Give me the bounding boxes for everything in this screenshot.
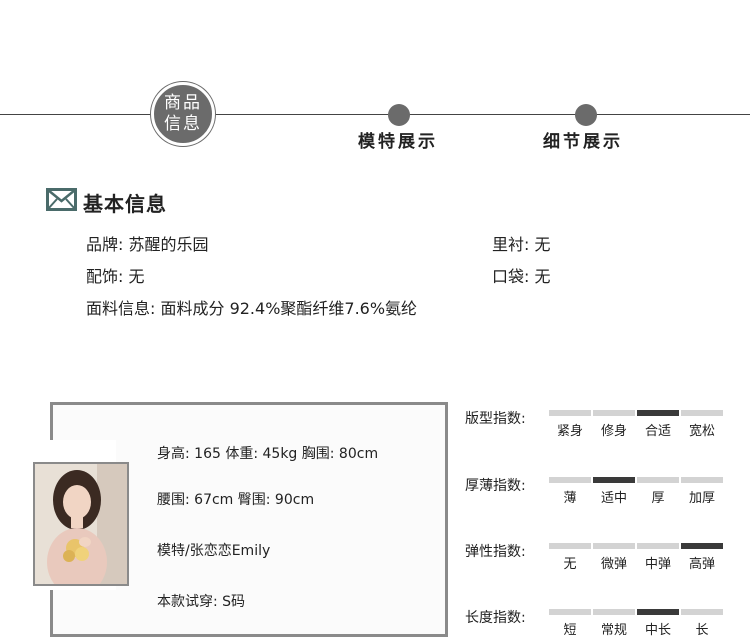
- index-bar-segment: [549, 543, 591, 549]
- info-pocket: 口袋: 无: [492, 267, 551, 286]
- info-brand: 品牌: 苏醒的乐园: [86, 235, 209, 254]
- index-option: 中弹: [644, 557, 671, 572]
- nav-dot-model[interactable]: [388, 104, 410, 126]
- index-bar-segment: [637, 410, 679, 416]
- index-option: 薄: [563, 491, 577, 506]
- index-option: 中长: [644, 623, 671, 638]
- model-measurements-1: 身高: 165 体重: 45kg 胸围: 80cm: [157, 446, 379, 462]
- index-bar-segment: [681, 477, 723, 483]
- info-fabric: 面料信息: 面料成分 92.4%聚酯纤维7.6%氨纶: [86, 299, 418, 318]
- index-option: 厚: [651, 491, 665, 506]
- index-bar-segment: [681, 410, 723, 416]
- nav-tab-product-info[interactable]: 商品 信息: [151, 82, 215, 146]
- index-option: 宽松: [688, 424, 715, 439]
- index-bar-segment: [637, 543, 679, 549]
- index-option: 短: [563, 623, 577, 638]
- index-label: 长度指数:: [465, 610, 526, 626]
- index-label: 弹性指数:: [465, 544, 526, 560]
- index-label: 厚薄指数:: [465, 478, 526, 494]
- mail-icon: [46, 188, 77, 211]
- index-bar-segment: [593, 609, 635, 615]
- index-bar-segment: [549, 477, 591, 483]
- index-bar-segment: [637, 609, 679, 615]
- index-bar-segment: [593, 477, 635, 483]
- section-title-basic-info: 基本信息: [83, 192, 167, 216]
- nav-tab-product-info-line1: 商品: [164, 93, 202, 113]
- index-bar-segment: [549, 609, 591, 615]
- model-photo: [33, 462, 129, 586]
- index-option: 微弹: [600, 557, 627, 572]
- index-option: 加厚: [688, 491, 715, 506]
- info-accessory: 配饰: 无: [86, 267, 145, 286]
- info-lining: 里衬: 无: [492, 235, 551, 254]
- index-bar-segment: [681, 543, 723, 549]
- index-option: 无: [563, 557, 577, 572]
- index-bar-segment: [681, 609, 723, 615]
- nav-dot-detail[interactable]: [575, 104, 597, 126]
- model-trial-size: 本款试穿: S码: [157, 594, 246, 610]
- index-bar-segment: [593, 410, 635, 416]
- model-name: 模特/张恋恋Emily: [157, 543, 271, 559]
- index-option: 适中: [600, 491, 627, 506]
- nav-tab-model-show[interactable]: 模特展示: [358, 127, 438, 152]
- index-option: 修身: [600, 424, 627, 439]
- nav-line: [0, 114, 750, 115]
- index-option: 长: [695, 623, 709, 638]
- index-option: 高弹: [688, 557, 715, 572]
- index-option: 紧身: [556, 424, 583, 439]
- index-option: 常规: [600, 623, 627, 638]
- index-bar-segment: [549, 410, 591, 416]
- model-measurements-2: 腰围: 67cm 臀围: 90cm: [157, 492, 315, 508]
- index-bar-segment: [637, 477, 679, 483]
- index-bar-segment: [593, 543, 635, 549]
- nav-tab-product-info-line2: 信息: [164, 114, 202, 134]
- nav-tab-detail-show[interactable]: 细节展示: [543, 127, 623, 152]
- index-option: 合适: [644, 424, 671, 439]
- index-label: 版型指数:: [465, 411, 526, 427]
